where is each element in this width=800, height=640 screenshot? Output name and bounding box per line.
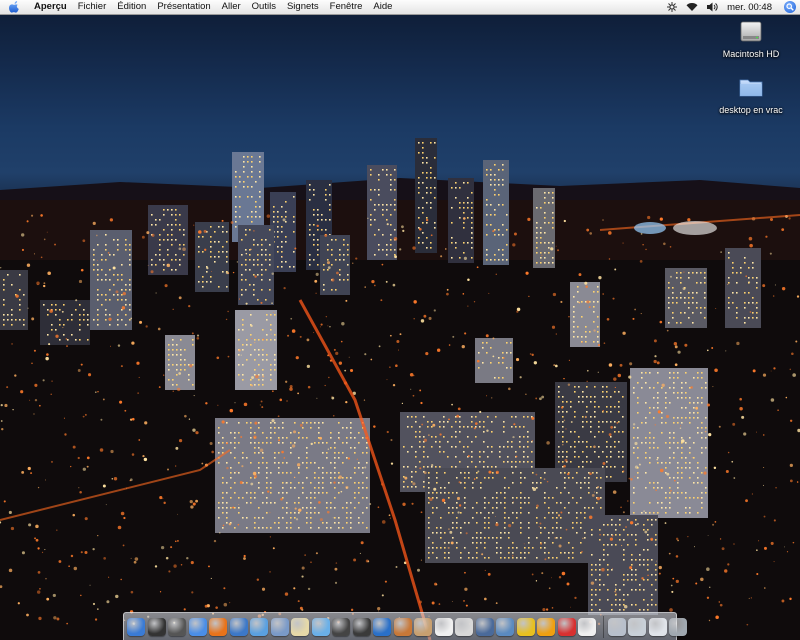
hard-drive-icon bbox=[740, 21, 762, 42]
folder-icon bbox=[739, 79, 763, 97]
globe-icon[interactable] bbox=[373, 617, 391, 636]
menu-aide[interactable]: Aide bbox=[373, 1, 392, 12]
ichat-icon[interactable] bbox=[250, 617, 268, 636]
ring-icon[interactable] bbox=[537, 617, 555, 636]
lifebuoy-icon[interactable] bbox=[557, 617, 576, 636]
desktop-icon-label: Macintosh HD bbox=[722, 49, 780, 59]
desktop-icon-desktop-en-vrac[interactable]: desktop en vrac bbox=[711, 74, 791, 118]
bittorrent-icon[interactable] bbox=[168, 617, 186, 636]
menu-app-name[interactable]: Aperçu bbox=[34, 1, 67, 12]
console-icon[interactable] bbox=[475, 617, 494, 636]
dock-separator bbox=[602, 615, 604, 638]
menu-fenetre[interactable]: Fenêtre bbox=[330, 1, 363, 12]
magnifier-icon[interactable] bbox=[628, 617, 646, 636]
network-icon[interactable] bbox=[229, 617, 248, 636]
menu-aller[interactable]: Aller bbox=[222, 1, 241, 12]
textedit-icon[interactable] bbox=[291, 617, 309, 636]
calendar-icon[interactable] bbox=[434, 617, 453, 636]
apple-icon[interactable] bbox=[9, 1, 20, 13]
clapper-icon[interactable] bbox=[352, 617, 371, 636]
volume-icon[interactable] bbox=[707, 2, 718, 12]
wifi-icon[interactable] bbox=[686, 2, 698, 12]
safari-icon[interactable] bbox=[188, 617, 207, 636]
finder-icon[interactable] bbox=[127, 617, 145, 636]
desktop-icon-macintosh-hd[interactable]: Macintosh HD bbox=[711, 18, 791, 62]
banana-icon[interactable] bbox=[516, 617, 535, 636]
trash-icon[interactable] bbox=[669, 617, 687, 636]
photo-icon[interactable] bbox=[414, 617, 432, 636]
itunes-icon[interactable] bbox=[311, 617, 330, 636]
package-icon[interactable] bbox=[578, 617, 596, 636]
mail-stamp-icon[interactable] bbox=[496, 617, 514, 636]
dashboard-icon[interactable] bbox=[147, 617, 166, 636]
menu-clock[interactable]: mer. 00:48 bbox=[727, 2, 772, 13]
desktop[interactable] bbox=[0, 0, 800, 640]
firefox-icon[interactable] bbox=[209, 617, 227, 636]
city-night-wallpaper bbox=[0, 138, 800, 640]
mail-icon[interactable] bbox=[455, 617, 473, 636]
spotlight-search-icon[interactable] bbox=[784, 1, 796, 13]
menu-presentation[interactable]: Présentation bbox=[157, 1, 210, 12]
menu-outils[interactable]: Outils bbox=[252, 1, 276, 12]
pen-icon[interactable] bbox=[607, 617, 626, 636]
menu-fichier[interactable]: Fichier bbox=[78, 1, 107, 12]
movie-icon[interactable] bbox=[332, 617, 350, 636]
desktop-icon-label: desktop en vrac bbox=[719, 105, 783, 115]
menu-edition[interactable]: Édition bbox=[117, 1, 146, 12]
menu-bar: Aperçu Fichier Édition Présentation Alle… bbox=[0, 0, 800, 15]
menu-signets[interactable]: Signets bbox=[287, 1, 319, 12]
document-icon[interactable] bbox=[648, 617, 667, 636]
sync-icon[interactable] bbox=[667, 2, 678, 12]
preview-icon[interactable] bbox=[270, 617, 289, 636]
dock bbox=[123, 612, 687, 640]
paintbrush-icon[interactable] bbox=[393, 617, 412, 636]
